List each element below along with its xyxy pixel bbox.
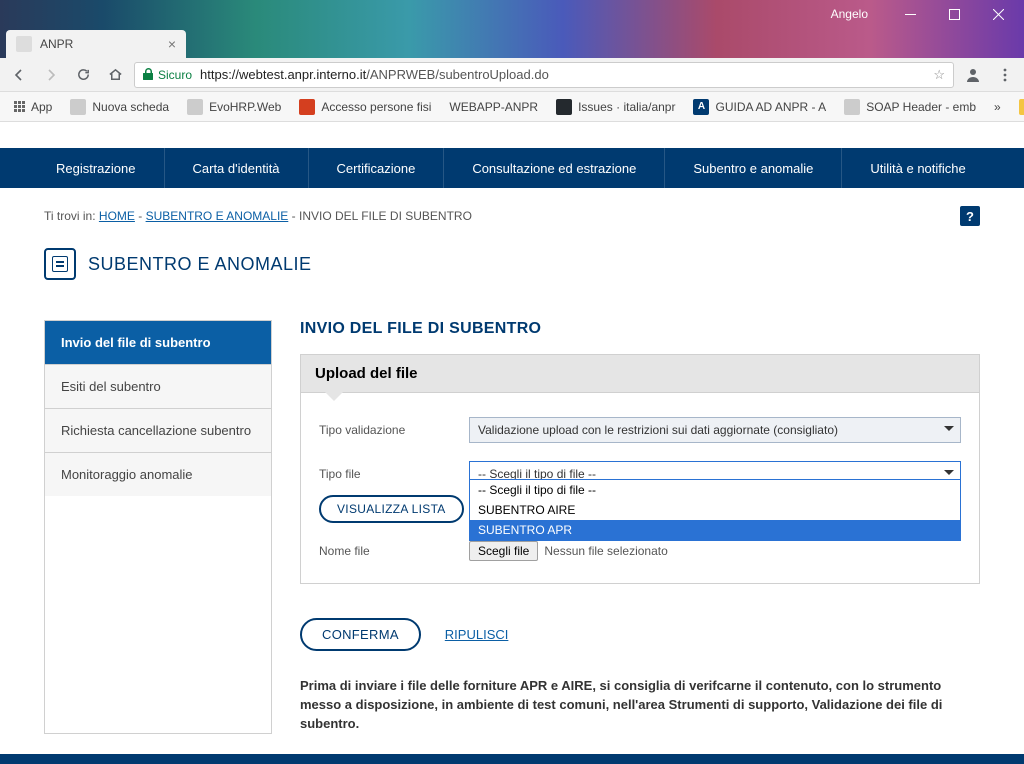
- bookmarks-bar: App Nuova scheda EvoHRP.Web Accesso pers…: [0, 92, 1024, 122]
- menu-icon[interactable]: [992, 62, 1018, 88]
- tab-title: ANPR: [40, 37, 73, 51]
- address-bar[interactable]: Sicuro https://webtest.anpr.interno.it/A…: [134, 62, 954, 88]
- section-icon: [44, 248, 76, 280]
- file-selected-text: Nessun file selezionato: [544, 544, 667, 558]
- bookmark-label: GUIDA AD ANPR - A: [715, 100, 826, 114]
- bookmark-favicon: [844, 99, 860, 115]
- bookmark-favicon: [556, 99, 572, 115]
- bookmark-label: Nuova scheda: [92, 100, 169, 114]
- bookmark-star-icon[interactable]: ☆: [933, 67, 945, 83]
- nav-item-registrazione[interactable]: Registrazione: [28, 148, 164, 188]
- choose-file-button[interactable]: Scegli file: [469, 541, 538, 561]
- breadcrumb-prefix: Ti trovi in:: [44, 209, 99, 223]
- other-bookmarks[interactable]: Altri Preferiti: [1011, 95, 1024, 119]
- bookmark-favicon: [70, 99, 86, 115]
- footer-bar: [0, 754, 1024, 764]
- nav-back-button[interactable]: [6, 62, 32, 88]
- bookmark-item[interactable]: Issues · italia/anpr: [548, 95, 683, 119]
- main-nav: Registrazione Carta d'identità Certifica…: [0, 148, 1024, 188]
- tipo-validazione-value: Validazione upload con le restrizioni su…: [478, 423, 838, 437]
- sidemenu-item-invio[interactable]: Invio del file di subentro: [45, 321, 271, 364]
- apps-button[interactable]: App: [6, 95, 60, 119]
- profile-icon[interactable]: [960, 62, 986, 88]
- address-path: /ANPRWEB/subentroUpload.do: [366, 67, 549, 82]
- browser-toolbar: Sicuro https://webtest.anpr.interno.it/A…: [0, 58, 1024, 92]
- chevron-down-icon: [944, 470, 954, 475]
- nav-home-button[interactable]: [102, 62, 128, 88]
- bookmark-label: WEBAPP-ANPR: [449, 100, 538, 114]
- page-content: Registrazione Carta d'identità Certifica…: [0, 122, 1024, 764]
- breadcrumb: Ti trovi in: HOME - SUBENTRO E ANOMALIE …: [44, 209, 472, 223]
- bookmark-item[interactable]: Nuova scheda: [62, 95, 177, 119]
- bookmark-favicon: [187, 99, 203, 115]
- bookmark-overflow[interactable]: »: [986, 95, 1009, 119]
- tipo-validazione-label: Tipo validazione: [319, 423, 469, 437]
- nav-item-subentro[interactable]: Subentro e anomalie: [664, 148, 841, 188]
- visualizza-lista-button[interactable]: VISUALIZZA LISTA: [319, 495, 464, 523]
- section-title: SUBENTRO E ANOMALIE: [88, 254, 312, 275]
- window-minimize-button[interactable]: [888, 0, 932, 28]
- browser-tab-strip: ANPR ×: [0, 28, 1024, 58]
- tipo-validazione-select[interactable]: Validazione upload con le restrizioni su…: [469, 417, 961, 443]
- bookmark-item[interactable]: SOAP Header - emb: [836, 95, 984, 119]
- tipo-file-label: Tipo file: [319, 467, 469, 481]
- breadcrumb-section[interactable]: SUBENTRO E ANOMALIE: [146, 209, 289, 223]
- bookmark-label: SOAP Header - emb: [866, 100, 976, 114]
- side-menu: Invio del file di subentro Esiti del sub…: [44, 320, 272, 734]
- window-close-button[interactable]: [976, 0, 1020, 28]
- nav-reload-button[interactable]: [70, 62, 96, 88]
- bookmark-item[interactable]: Accesso persone fisi: [291, 95, 439, 119]
- secure-label: Sicuro: [158, 68, 192, 82]
- breadcrumb-home[interactable]: HOME: [99, 209, 135, 223]
- apps-icon: [14, 101, 25, 112]
- nav-item-utilita[interactable]: Utilità e notifiche: [841, 148, 993, 188]
- tab-favicon: [16, 36, 32, 52]
- bookmark-label: App: [31, 100, 52, 114]
- bookmark-favicon: A: [693, 99, 709, 115]
- tipo-file-option[interactable]: -- Scegli il tipo di file --: [470, 480, 960, 500]
- chevron-down-icon: [944, 426, 954, 431]
- bookmark-label: EvoHRP.Web: [209, 100, 281, 114]
- nav-item-carta-identita[interactable]: Carta d'identità: [164, 148, 308, 188]
- browser-tab[interactable]: ANPR ×: [6, 30, 186, 58]
- window-maximize-button[interactable]: [932, 0, 976, 28]
- bookmark-item[interactable]: A GUIDA AD ANPR - A: [685, 95, 834, 119]
- bookmark-item[interactable]: WEBAPP-ANPR: [441, 95, 546, 119]
- nome-file-label: Nome file: [319, 544, 469, 558]
- main-heading: INVIO DEL FILE DI SUBENTRO: [300, 320, 980, 338]
- folder-icon: [1019, 99, 1024, 115]
- bookmark-favicon: [299, 99, 315, 115]
- nav-item-consultazione[interactable]: Consultazione ed estrazione: [443, 148, 664, 188]
- bookmark-label: Accesso persone fisi: [321, 100, 431, 114]
- confirm-button[interactable]: CONFERMA: [300, 618, 421, 651]
- nav-forward-button[interactable]: [38, 62, 64, 88]
- info-note: Prima di inviare i file delle forniture …: [300, 677, 980, 734]
- upload-panel: Upload del file Tipo validazione Validaz…: [300, 354, 980, 584]
- nav-item-certificazione[interactable]: Certificazione: [308, 148, 444, 188]
- address-host: https://webtest.anpr.interno.it: [200, 67, 366, 82]
- tipo-file-dropdown: -- Scegli il tipo di file -- SUBENTRO AI…: [469, 479, 961, 541]
- tab-close-icon[interactable]: ×: [168, 36, 176, 52]
- window-user: Angelo: [831, 7, 868, 21]
- panel-title: Upload del file: [301, 355, 979, 393]
- tipo-file-option[interactable]: SUBENTRO AIRE: [470, 500, 960, 520]
- bookmark-label: Issues · italia/anpr: [578, 100, 675, 114]
- tipo-file-option[interactable]: SUBENTRO APR: [470, 520, 960, 540]
- lock-icon: [143, 68, 154, 81]
- bookmark-item[interactable]: EvoHRP.Web: [179, 95, 289, 119]
- reset-link[interactable]: RIPULISCI: [445, 627, 509, 642]
- secure-indicator: Sicuro: [143, 68, 192, 82]
- sidemenu-item-richiesta[interactable]: Richiesta cancellazione subentro: [45, 408, 271, 452]
- sidemenu-item-esiti[interactable]: Esiti del subentro: [45, 364, 271, 408]
- window-titlebar: Angelo: [0, 0, 1024, 28]
- help-button[interactable]: ?: [960, 206, 980, 226]
- sidemenu-item-monitoraggio[interactable]: Monitoraggio anomalie: [45, 452, 271, 496]
- breadcrumb-current: INVIO DEL FILE DI SUBENTRO: [299, 209, 472, 223]
